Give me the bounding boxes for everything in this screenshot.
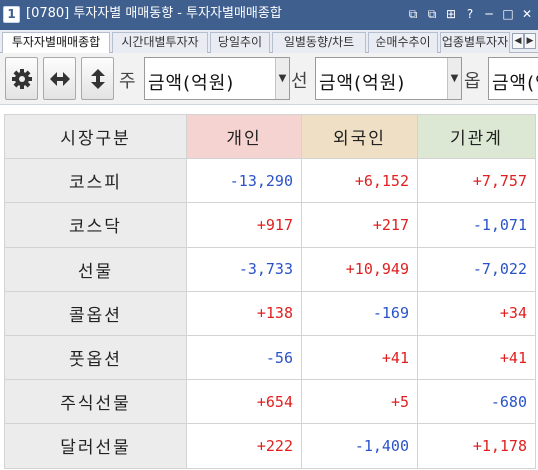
table-row[interactable]: 주식선물 +654 +5 -680 xyxy=(4,379,536,425)
tab-net-buy-trend[interactable]: 순매수추이 xyxy=(368,32,438,53)
link-window-icon[interactable]: ⧉ xyxy=(406,6,420,22)
title-bar: 1 [0780] 투자자별 매매동향 - 투자자별매매종합 ⧉ ⧉ ⊞ ? ─ … xyxy=(0,0,538,30)
window-title: [0780] 투자자별 매매동향 - 투자자별매매종합 xyxy=(26,6,282,21)
header-foreign[interactable]: 외국인 xyxy=(301,113,418,160)
institution-cell: +1,178 xyxy=(417,423,536,469)
chevron-down-icon[interactable]: ▼ xyxy=(275,58,289,99)
market-cell: 선물 xyxy=(4,246,187,292)
window-controls: ⧉ ⧉ ⊞ ? ─ □ ✕ xyxy=(406,6,534,22)
individual-cell: +917 xyxy=(186,202,302,248)
pin-icon[interactable]: ⊞ xyxy=(444,6,458,22)
foreign-cell: -169 xyxy=(301,290,418,336)
market-cell: 풋옵션 xyxy=(4,334,187,381)
institution-cell: +41 xyxy=(417,334,536,381)
vertical-arrows-icon xyxy=(91,69,105,89)
window-number-badge[interactable]: 1 xyxy=(3,6,20,23)
table-row[interactable]: 코스닥 +917 +217 -1,071 xyxy=(4,202,536,248)
tab-daily-chart[interactable]: 일별동향/차트 xyxy=(272,32,366,53)
tab-scroll-left-icon[interactable]: ◀ xyxy=(512,33,524,49)
market-cell: 콜옵션 xyxy=(4,290,187,336)
tab-investor-summary[interactable]: 투자자별매매종합 xyxy=(2,32,110,54)
table-row[interactable]: 선물 -3,733 +10,949 -7,022 xyxy=(4,246,536,292)
market-cell: 코스피 xyxy=(4,158,187,204)
tab-scroll: ◀ ▶ xyxy=(512,33,536,49)
foreign-cell: +217 xyxy=(301,202,418,248)
copy-window-icon[interactable]: ⧉ xyxy=(425,6,439,22)
tab-bar: 투자자별매매종합 시간대별투자자 당일추이 일별동향/차트 순매수추이 업종별투… xyxy=(0,30,538,54)
table-row[interactable]: 풋옵션 -56 +41 +41 xyxy=(4,334,536,381)
gear-icon xyxy=(12,69,32,89)
close-icon[interactable]: ✕ xyxy=(520,6,534,22)
toolbar: 주 금액(억원) ▼ 선 금액(억원) ▼ 옵 금액(억원) xyxy=(0,53,538,105)
stock-unit-label: 주 xyxy=(119,71,136,92)
tab-time-investor[interactable]: 시간대별투자자 xyxy=(112,32,208,53)
tab-daily-trend[interactable]: 당일추이 xyxy=(210,32,270,53)
header-institution[interactable]: 기관계 xyxy=(417,113,536,160)
table-row[interactable]: 코스피 -13,290 +6,152 +7,757 xyxy=(4,158,536,204)
investor-trading-table: 시장구분 개인 외국인 기관계 코스피 -13,290 +6,152 +7,75… xyxy=(4,113,536,469)
futures-unit-value: 금액(억원) xyxy=(319,73,406,94)
institution-cell: -680 xyxy=(417,379,536,425)
minimize-icon[interactable]: ─ xyxy=(482,6,496,22)
foreign-cell: +10,949 xyxy=(301,246,418,292)
maximize-icon[interactable]: □ xyxy=(501,6,515,22)
institution-cell: -7,022 xyxy=(417,246,536,292)
market-cell: 코스닥 xyxy=(4,202,187,248)
foreign-cell: +6,152 xyxy=(301,158,418,204)
market-cell: 달러선물 xyxy=(4,423,187,469)
individual-cell: +138 xyxy=(186,290,302,336)
individual-cell: -3,733 xyxy=(186,246,302,292)
foreign-cell: +41 xyxy=(301,334,418,381)
stock-unit-value: 금액(억원) xyxy=(148,73,235,94)
tab-scroll-right-icon[interactable]: ▶ xyxy=(524,33,536,49)
options-unit-value: 금액(억원) xyxy=(492,73,538,94)
header-individual[interactable]: 개인 xyxy=(186,113,302,160)
settings-button[interactable] xyxy=(5,57,38,100)
market-cell: 주식선물 xyxy=(4,379,187,425)
help-icon[interactable]: ? xyxy=(463,6,477,22)
table-row[interactable]: 달러선물 +222 -1,400 +1,178 xyxy=(4,423,536,469)
futures-unit-select[interactable]: 금액(억원) ▼ xyxy=(315,57,462,100)
vertical-resize-button[interactable] xyxy=(81,57,114,100)
options-unit-label: 옵 xyxy=(464,71,481,92)
table-header-row: 시장구분 개인 외국인 기관계 xyxy=(4,113,536,160)
individual-cell: +654 xyxy=(186,379,302,425)
individual-cell: -13,290 xyxy=(186,158,302,204)
options-unit-select[interactable]: 금액(억원) xyxy=(488,57,538,100)
institution-cell: +34 xyxy=(417,290,536,336)
chevron-down-icon[interactable]: ▼ xyxy=(447,58,461,99)
individual-cell: +222 xyxy=(186,423,302,469)
stock-unit-select[interactable]: 금액(억원) ▼ xyxy=(144,57,290,100)
header-market[interactable]: 시장구분 xyxy=(4,113,187,160)
foreign-cell: +5 xyxy=(301,379,418,425)
foreign-cell: -1,400 xyxy=(301,423,418,469)
institution-cell: +7,757 xyxy=(417,158,536,204)
individual-cell: -56 xyxy=(186,334,302,381)
futures-unit-label: 선 xyxy=(291,71,308,92)
horizontal-arrows-icon xyxy=(50,72,70,86)
institution-cell: -1,071 xyxy=(417,202,536,248)
tab-sector-investor[interactable]: 업종별투자자 xyxy=(440,32,510,53)
table-row[interactable]: 콜옵션 +138 -169 +34 xyxy=(4,290,536,336)
horizontal-resize-button[interactable] xyxy=(43,57,76,100)
